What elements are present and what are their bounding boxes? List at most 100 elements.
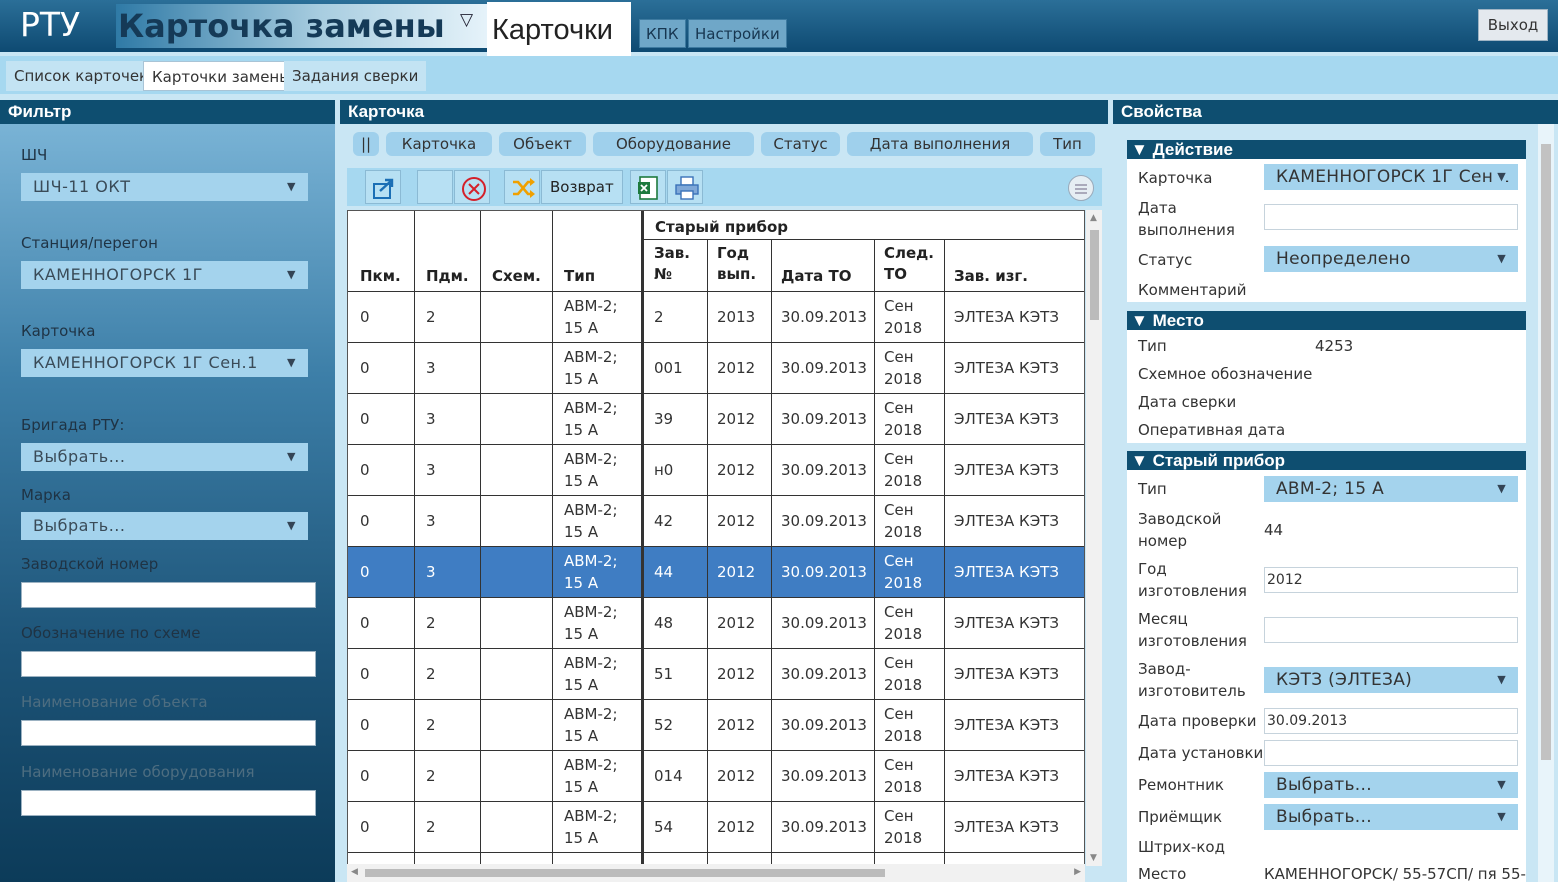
table-cell: 2 (426, 716, 436, 734)
table-row[interactable]: 0 3 АВМ-2; 15 А 44 2012 30.09.2013 Сен 2018 ЭЛТ… (348, 546, 1084, 597)
menu-icon[interactable] (1068, 175, 1094, 201)
column-toggle-pill[interactable]: || (353, 132, 379, 156)
tab-cards[interactable]: Карточки (487, 2, 631, 56)
old-type-dropdown[interactable]: АВМ-2; 15 А ▼ (1264, 476, 1518, 502)
brand-dropdown[interactable]: Выбрать... ▼ (21, 512, 308, 540)
old-maker-dropdown[interactable]: КЭТЗ (ЭЛТЕЗА) ▼ (1264, 667, 1518, 693)
tab-settings[interactable]: Настройки (688, 19, 787, 48)
scroll-thumb[interactable] (1090, 230, 1099, 320)
table-row[interactable]: 0 3 АВМ-2; 15 А н0 2012 30.09.2013 Сен 2018 ЭЛТ… (348, 444, 1084, 495)
scroll-right-icon[interactable]: ▶ (1074, 867, 1081, 877)
table-cell: 2012 (717, 512, 756, 530)
old-month-input[interactable] (1264, 617, 1518, 643)
pill-type[interactable]: Тип (1040, 132, 1095, 156)
table-cell: Сен 2018 (884, 552, 923, 592)
column-header[interactable]: Год вып. (717, 243, 756, 285)
object-input[interactable] (21, 720, 316, 746)
table-row[interactable]: 0 2 АВМ-2; 15 А 014 2012 30.09.2013 Сен 2018 ЭЛ… (348, 750, 1084, 801)
table-row[interactable]: 0 2 АВМ-2; 15 А 52 2012 30.09.2013 Сен 2018 ЭЛТ… (348, 699, 1084, 750)
chevron-down-icon: ▼ (287, 450, 296, 463)
table-cell: 51 (654, 665, 674, 683)
action-card-dropdown[interactable]: КАМЕННОГОРСК 1Г Сен.1 ▼ (1264, 164, 1518, 190)
table-cell: 0 (360, 308, 370, 326)
equipment-input[interactable] (21, 790, 316, 816)
column-header[interactable]: Зав. изг. (954, 266, 1028, 287)
table-cell: 30.09.2013 (781, 767, 867, 785)
grid-line (348, 393, 1084, 394)
scroll-left-icon[interactable]: ◀ (351, 867, 358, 877)
table-horizontal-scrollbar[interactable]: ◀ ▶ (347, 864, 1085, 882)
action-section-header[interactable]: ▼ Действие (1127, 140, 1526, 159)
old-receiver-dropdown[interactable]: Выбрать... ▼ (1264, 804, 1518, 830)
pill-card[interactable]: Карточка (386, 132, 492, 156)
table-row[interactable]: 0 2 АВМ-2; 15 А 2 2013 30.09.2013 Сен 2018 ЭЛТЕ… (348, 291, 1084, 342)
pill-equipment[interactable]: Оборудование (593, 132, 754, 156)
serial-input[interactable] (21, 582, 316, 608)
delete-button[interactable] (454, 170, 490, 204)
column-header[interactable]: След. ТО (884, 243, 934, 285)
shuffle-icon (513, 178, 535, 198)
table-cell: 2012 (717, 818, 756, 836)
chevron-down-icon[interactable]: ▽ (460, 10, 473, 30)
return-button[interactable]: Возврат (541, 170, 623, 204)
table-cell: Сен 2018 (884, 399, 923, 439)
tab-kpk[interactable]: КПК (639, 19, 686, 48)
subtab-replacement-cards[interactable]: Карточки замены (143, 61, 301, 91)
column-header[interactable]: Пкм. (360, 266, 401, 287)
card-dropdown[interactable]: КАМЕННОГОРСК 1Г Сен.1 ▼ (21, 349, 308, 377)
table-cell: н0 (654, 461, 674, 479)
table-row[interactable]: 0 3 АВМ-2; 15 А 42 2012 30.09.2013 Сен 2018 ЭЛТ… (348, 495, 1084, 546)
grid-line (348, 291, 1084, 292)
station-dropdown[interactable]: КАМЕННОГОРСК 1Г ▼ (21, 261, 308, 289)
action-status-dropdown[interactable]: Неопределено ▼ (1264, 246, 1518, 272)
pill-object[interactable]: Объект (499, 132, 586, 156)
old-barcode-label: Штрих-код (1138, 838, 1225, 856)
scroll-thumb[interactable] (365, 869, 885, 877)
old-check-input[interactable]: 30.09.2013 (1264, 708, 1518, 734)
old-device-section-header[interactable]: ▼ Старый прибор (1127, 451, 1526, 470)
place-section: ▼ Место Тип 4253 Схемное обозначение Дат… (1127, 311, 1526, 443)
table-cell: 2 (426, 767, 436, 785)
pill-completion-date[interactable]: Дата выполнения (847, 132, 1033, 156)
column-header[interactable]: Пдм. (426, 266, 469, 287)
table-row[interactable]: 0 2 АВМ-2; 15 А 51 2012 30.09.2013 Сен 2018 ЭЛТ… (348, 648, 1084, 699)
subtab-reconciliation-tasks[interactable]: Задания сверки (284, 61, 427, 91)
scroll-up-icon[interactable]: ▲ (1090, 213, 1097, 223)
brigade-dropdown[interactable]: Выбрать... ▼ (21, 443, 308, 471)
pill-status[interactable]: Статус (761, 132, 840, 156)
grid-line (348, 597, 1084, 598)
old-install-input[interactable] (1264, 740, 1518, 766)
subtab-card-list[interactable]: Список карточек (6, 61, 157, 91)
table-row[interactable]: 0 3 АВМ-2; 15 А 001 2012 30.09.2013 Сен 2018 ЭЛ… (348, 342, 1084, 393)
scroll-thumb[interactable] (1541, 144, 1551, 760)
old-repair-dropdown[interactable]: Выбрать... ▼ (1264, 772, 1518, 798)
scheme-input[interactable] (21, 651, 316, 677)
table-cell: 2012 (717, 614, 756, 632)
column-header[interactable]: Зав. № (654, 243, 690, 285)
shch-label: ШЧ (21, 146, 48, 164)
table-row[interactable]: 0 2 АВМ-2; 15 А 48 2012 30.09.2013 Сен 2018 ЭЛТ… (348, 597, 1084, 648)
column-header[interactable]: Схем. (492, 266, 541, 287)
properties-title: Свойства (1113, 100, 1558, 124)
exit-button[interactable]: Выход (1478, 9, 1548, 41)
old-year-input[interactable]: 2012 (1264, 567, 1518, 593)
scroll-down-icon[interactable]: ▼ (1090, 853, 1097, 863)
old-repair-label: Ремонтник (1138, 776, 1224, 794)
properties-scrollbar[interactable] (1538, 124, 1554, 882)
table-vertical-scrollbar[interactable]: ▲ ▼ (1086, 210, 1102, 866)
action-date-input[interactable] (1264, 204, 1518, 230)
column-header[interactable]: Дата ТО (781, 266, 852, 287)
table-row[interactable]: 0 3 АВМ-2; 15 А 39 2012 30.09.2013 Сен 2018 ЭЛТ… (348, 393, 1084, 444)
excel-button[interactable] (630, 170, 666, 204)
shuffle-button[interactable] (504, 170, 540, 204)
group-header-old-device: Старый прибор (655, 218, 788, 236)
table-row[interactable]: 0 2 АВМ-2; 15 А 54 2012 30.09.2013 Сен 2018 ЭЛТ… (348, 801, 1084, 852)
blank-button[interactable] (417, 170, 453, 204)
shch-dropdown[interactable]: ШЧ-11 ОКТ ▼ (21, 173, 308, 201)
print-button[interactable] (667, 170, 703, 204)
table-cell: 0 (360, 818, 370, 836)
column-header[interactable]: Тип (564, 266, 595, 287)
place-section-header[interactable]: ▼ Место (1127, 311, 1526, 330)
export-button[interactable] (365, 170, 401, 204)
grid-line (707, 239, 708, 865)
